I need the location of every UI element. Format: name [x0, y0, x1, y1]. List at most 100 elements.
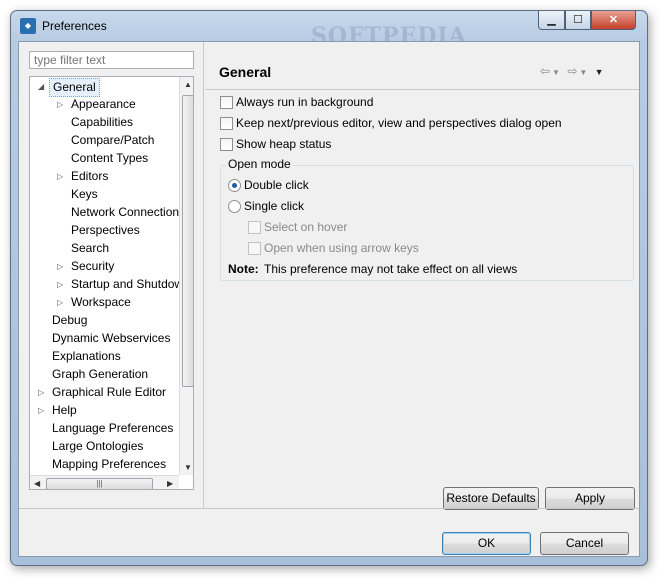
tree-item[interactable]: Compare/Patch [30, 132, 179, 149]
tree-item-label: Mapping Preferences [52, 457, 167, 471]
page-title: General [219, 64, 272, 80]
tree-item[interactable]: ▷ Graphical Rule Editor [30, 384, 179, 401]
tree-item[interactable]: ▷ Startup and Shutdow [30, 276, 183, 293]
tree-item[interactable]: Graph Generation [30, 366, 179, 383]
tree-collapsed-icon[interactable]: ▷ [38, 384, 44, 401]
tree-item-label: General [49, 78, 100, 97]
tree-item-label: Network Connection [71, 205, 180, 219]
tree-collapsed-icon[interactable]: ▷ [57, 276, 63, 293]
back-menu-chevron-icon[interactable]: ▼ [552, 68, 562, 77]
tree-item[interactable]: Large Ontologies [30, 438, 179, 455]
app-icon: ◆ [20, 18, 36, 34]
dialog-client-area: ▷ObjectLogic EditorMapping PreferencesLa… [18, 41, 640, 557]
forward-arrow-icon[interactable]: ⇨ [567, 64, 579, 78]
tree-item-label: Appearance [71, 97, 136, 111]
close-button[interactable]: ✕ [591, 11, 636, 30]
tree-vertical-scrollbar[interactable]: ▲ ▼ [179, 77, 193, 475]
tree-item-label: Graphical Rule Editor [52, 385, 167, 399]
tree-item[interactable]: ▷ Security [30, 258, 179, 275]
note-text: This preference may not take effect on a… [264, 262, 518, 276]
single-click-label: Single click [244, 199, 305, 213]
tree-item-label: Content Types [71, 151, 149, 165]
window-title: Preferences [42, 19, 107, 33]
tree-collapsed-icon[interactable]: ▷ [38, 402, 44, 419]
scroll-right-arrow-icon[interactable]: ▶ [167, 479, 173, 488]
preference-tree: ▷ObjectLogic EditorMapping PreferencesLa… [29, 76, 194, 490]
tree-item[interactable]: Mapping Preferences [30, 456, 179, 473]
tree-horizontal-scroll-thumb[interactable]: ||| [46, 478, 153, 489]
forward-menu-chevron-icon[interactable]: ▼ [579, 68, 589, 77]
tree-item[interactable]: Dynamic Webservices [30, 330, 179, 347]
tree-expanded-icon[interactable]: ◢ [38, 78, 44, 95]
apply-button[interactable]: Apply [545, 487, 635, 510]
tree-item-label: Search [71, 241, 110, 255]
tree-item[interactable]: Explanations [30, 348, 179, 365]
tree-vertical-scroll-thumb[interactable] [182, 95, 193, 387]
back-arrow-icon[interactable]: ⇦ [540, 64, 552, 78]
double-click-radio[interactable] [228, 179, 241, 192]
tree-item-label: Perspectives [71, 223, 140, 237]
tree-item-label: Debug [52, 313, 88, 327]
tree-horizontal-scrollbar[interactable]: ◀ ||| ▶ [30, 475, 179, 489]
tree-item[interactable]: Content Types [30, 150, 179, 167]
tree-item[interactable]: Capabilities [30, 114, 179, 131]
maximize-button[interactable]: ☐ [565, 11, 591, 30]
tree-item[interactable]: ▷ Workspace [30, 294, 179, 311]
preferences-window: ◆ Preferences SOFTPEDIA ▁ ☐ ✕ ▷ObjectLog… [10, 10, 648, 566]
open-arrow-keys-checkbox[interactable] [248, 242, 261, 255]
select-on-hover-label: Select on hover [264, 220, 348, 234]
always-run-background-checkbox[interactable] [220, 96, 233, 109]
show-heap-label: Show heap status [236, 137, 332, 151]
tree-item[interactable]: ◢ General [30, 78, 179, 97]
tree-item-label: Language Preferences [52, 421, 174, 435]
show-heap-checkbox[interactable] [220, 138, 233, 151]
filter-input[interactable] [29, 51, 194, 69]
tree-item-label: Capabilities [71, 115, 134, 129]
tree-item[interactable]: ▷ Appearance [30, 96, 179, 113]
minimize-button[interactable]: ▁ [538, 11, 565, 30]
tree-item-label: Large Ontologies [52, 439, 144, 453]
tree-item-label: Compare/Patch [71, 133, 155, 147]
tree-item-label: Graph Generation [52, 367, 149, 381]
tree-item[interactable]: Search [30, 240, 179, 257]
select-on-hover-checkbox[interactable] [248, 221, 261, 234]
tree-item[interactable]: Network Connection [30, 204, 179, 221]
tree-collapsed-icon[interactable]: ▷ [57, 294, 63, 311]
tree-item-label: Keys [71, 187, 98, 201]
tree-item-label: Editors [71, 169, 109, 183]
footer-separator [19, 508, 639, 509]
tree-item-label: Security [71, 259, 115, 273]
tree-collapsed-icon[interactable]: ▷ [57, 258, 63, 275]
tree-item-label: Workspace [71, 295, 131, 309]
ok-button[interactable]: OK [442, 532, 531, 555]
tree-item[interactable]: ▷ Help [30, 402, 179, 419]
keep-next-prev-label: Keep next/previous editor, view and pers… [236, 116, 562, 130]
open-arrow-keys-label: Open when using arrow keys [264, 241, 419, 255]
keep-next-prev-checkbox[interactable] [220, 117, 233, 130]
page-navigation: ⇦▼ ⇨▼ ▼ [540, 64, 606, 78]
tree-item-label: Startup and Shutdow [71, 277, 184, 291]
tree-item[interactable]: Language Preferences [30, 420, 179, 437]
tree-item[interactable]: Keys [30, 186, 179, 203]
scroll-left-arrow-icon[interactable]: ◀ [34, 479, 40, 488]
tree-collapsed-icon[interactable]: ▷ [57, 96, 63, 113]
tree-item[interactable]: Perspectives [30, 222, 179, 239]
double-click-label: Double click [244, 178, 309, 192]
tree-item-label: Help [52, 403, 77, 417]
tree-item-label: Explanations [52, 349, 121, 363]
tree-collapsed-icon[interactable]: ▷ [57, 168, 63, 185]
open-mode-group-label: Open mode [226, 157, 293, 171]
view-menu-icon[interactable]: ▼ [595, 67, 606, 77]
pane-divider[interactable] [203, 42, 204, 508]
tree-item-label: Dynamic Webservices [52, 331, 171, 345]
scroll-down-arrow-icon[interactable]: ▼ [184, 463, 192, 472]
tree-item[interactable]: Debug [30, 312, 179, 329]
note-label: Note: [228, 262, 259, 276]
single-click-radio[interactable] [228, 200, 241, 213]
scroll-up-arrow-icon[interactable]: ▲ [184, 80, 192, 89]
always-run-background-label: Always run in background [236, 95, 374, 109]
title-separator [205, 89, 639, 90]
restore-defaults-button[interactable]: Restore Defaults [443, 487, 539, 510]
cancel-button[interactable]: Cancel [540, 532, 629, 555]
tree-item[interactable]: ▷ Editors [30, 168, 179, 185]
